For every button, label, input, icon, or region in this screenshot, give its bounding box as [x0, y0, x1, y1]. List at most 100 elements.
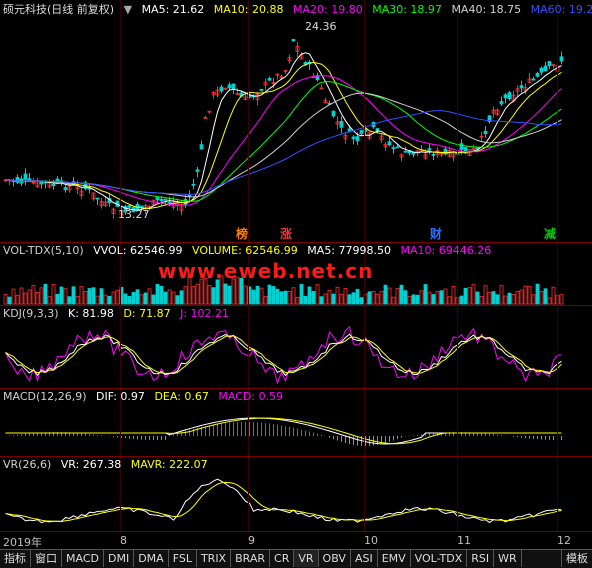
stock-title[interactable]: 硕元科技(日线 前复权): [3, 3, 114, 16]
tab-macd[interactable]: MACD: [62, 550, 104, 567]
volume-bar: [399, 284, 404, 305]
event-marker-jian[interactable]: 减: [544, 225, 556, 242]
volume-bar: [511, 293, 516, 305]
volume-bar: [143, 292, 148, 305]
candle-body: [187, 194, 192, 197]
volume-bar: [463, 287, 468, 305]
volume-bar: [111, 291, 116, 305]
volume-bar: [87, 288, 92, 305]
dropdown-icon[interactable]: ▼: [124, 3, 132, 16]
volume-bar: [471, 284, 476, 305]
volume-bar: [339, 294, 344, 305]
tab-rsi[interactable]: RSI: [467, 550, 495, 567]
tab-dmi[interactable]: DMI: [104, 550, 135, 567]
volume-bar: [323, 293, 328, 305]
volume-bar: [47, 296, 52, 305]
panel-divider: [0, 242, 592, 243]
volume-bar: [55, 293, 60, 305]
volume-bar: [447, 296, 452, 305]
tab-template[interactable]: 模板: [561, 550, 592, 567]
panel-divider: [0, 456, 592, 457]
vr-value: VR: 267.38: [60, 458, 122, 471]
month-divider: [557, 0, 558, 533]
vr-indicator-name[interactable]: VR(26,6): [3, 458, 51, 471]
volume-bar: [495, 294, 500, 305]
ma40-line: [5, 92, 562, 198]
volume-bar: [467, 287, 472, 305]
candle-body: [163, 198, 168, 201]
macd-dea-value: DEA: 0.67: [154, 390, 209, 403]
volume-bar: [99, 288, 104, 305]
candle-body: [355, 136, 360, 142]
candle-body: [219, 86, 224, 92]
tab-obv[interactable]: OBV: [319, 550, 351, 567]
candle-body: [267, 78, 272, 81]
vol-ma5-value: MA5: 77998.50: [307, 244, 391, 257]
volume-bar: [211, 287, 216, 305]
tab-cr[interactable]: CR: [270, 550, 295, 567]
macd-dea-line: [5, 417, 562, 445]
volume-bar: [63, 288, 68, 305]
month-divider: [457, 0, 458, 533]
volume-bar: [443, 288, 448, 305]
tab-fsl[interactable]: FSL: [169, 550, 197, 567]
volume-bar: [347, 294, 352, 305]
volume-bar: [459, 295, 464, 305]
volume-bar: [407, 296, 412, 305]
volume-bar: [283, 290, 288, 305]
ma60-label: MA60: 19.2: [530, 3, 592, 16]
tab-brar[interactable]: BRAR: [231, 550, 271, 567]
volume-bar: [91, 287, 96, 305]
event-marker-cai[interactable]: 财: [430, 225, 442, 242]
tab-emv[interactable]: EMV: [378, 550, 411, 567]
candle-body: [39, 181, 44, 185]
tab-indicator[interactable]: 指标: [0, 550, 31, 567]
volume-bar: [451, 285, 456, 305]
candle-body: [535, 72, 540, 77]
tab-wr[interactable]: WR: [494, 550, 522, 567]
volume-bar: [415, 294, 420, 305]
tab-vol-tdx[interactable]: VOL-TDX: [411, 550, 468, 567]
volume-bar: [163, 291, 168, 305]
candle-body: [387, 141, 392, 146]
candle-body: [227, 84, 232, 89]
volume-bar: [43, 283, 48, 305]
vol-indicator-name[interactable]: VOL-TDX(5,10): [3, 244, 84, 257]
volume-bar: [559, 294, 564, 305]
mavr-line: [5, 481, 562, 523]
macd-dif-line: [5, 417, 562, 445]
macd-indicator-name[interactable]: MACD(12,26,9): [3, 390, 87, 403]
tab-trix[interactable]: TRIX: [197, 550, 232, 567]
candle-body: [351, 136, 356, 139]
tab-vr[interactable]: VR: [294, 550, 319, 567]
tab-asi[interactable]: ASI: [351, 550, 378, 567]
candle-body: [359, 130, 364, 135]
volume-bar: [523, 285, 528, 305]
volume-bar: [291, 287, 296, 305]
candle-body: [375, 128, 380, 132]
volume-bar: [479, 296, 484, 305]
volume-bar: [319, 296, 324, 305]
macd-dif-value: DIF: 0.97: [96, 390, 145, 403]
candle-body: [547, 61, 552, 66]
volume-bar: [367, 291, 372, 305]
volume-bar: [35, 292, 40, 305]
volume-bar: [195, 283, 200, 305]
candle-body: [427, 148, 432, 151]
volume-bar: [351, 292, 356, 305]
candle-body: [191, 183, 196, 186]
tab-dma[interactable]: DMA: [134, 550, 169, 567]
axis-label: 11: [457, 534, 471, 547]
candle-body: [291, 39, 296, 42]
low-price-label: 13.27: [118, 208, 150, 221]
volume-bar: [175, 295, 180, 305]
volume-value: VOLUME: 62546.99: [192, 244, 298, 257]
volume-bar: [103, 294, 108, 305]
kdj-indicator-name[interactable]: KDJ(9,3,3): [3, 307, 59, 320]
axis-label: 2019年: [3, 536, 42, 549]
tab-window[interactable]: 窗口: [31, 550, 62, 567]
event-marker-zhang[interactable]: 涨: [280, 225, 292, 242]
volume-bar: [255, 285, 260, 305]
event-marker-bang[interactable]: 榜: [236, 225, 248, 242]
volume-bar: [531, 294, 536, 305]
